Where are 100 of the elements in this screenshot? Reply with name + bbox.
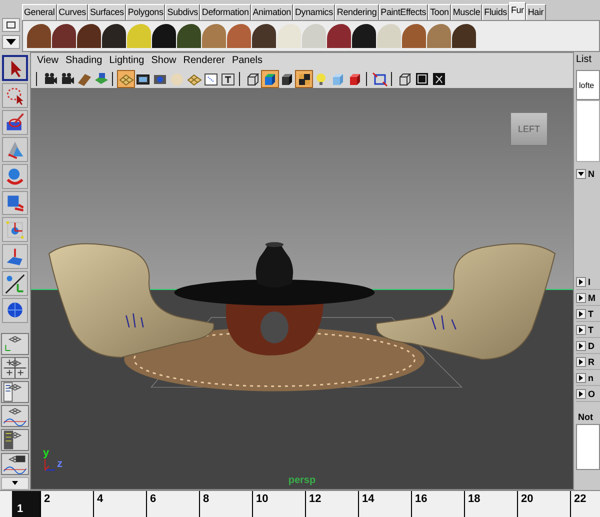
manipulator-icon	[4, 218, 26, 241]
expand-toggle[interactable]	[576, 324, 586, 334]
toolbar-button[interactable]	[347, 71, 363, 87]
shelf-tab[interactable]: General	[22, 4, 57, 20]
shelf-tab[interactable]: Polygons	[126, 4, 166, 20]
fur-swatch-icon[interactable]	[277, 24, 301, 48]
shelf-tab[interactable]: Fur	[508, 2, 526, 20]
frame-ruler[interactable]: 1 2 4 6 8 10 12 14 16 18 20 22	[0, 490, 600, 517]
layout-button[interactable]	[1, 404, 29, 427]
fur-swatch-icon[interactable]	[302, 24, 326, 48]
view-menu-item[interactable]: View	[37, 55, 58, 68]
shelf-tab[interactable]: PaintEffects	[378, 4, 428, 20]
tool-button[interactable]	[2, 298, 28, 323]
attribute-label: O	[588, 388, 596, 398]
layout-button[interactable]	[1, 332, 29, 355]
sphere-axis-icon	[4, 272, 26, 295]
fur-swatch-icon[interactable]	[227, 24, 251, 48]
shelf-menu-button[interactable]	[2, 35, 20, 49]
view-menu-item[interactable]: Show	[151, 55, 176, 68]
frame-label: 4	[97, 494, 104, 505]
toolbar-button[interactable]	[397, 71, 413, 87]
view-menu-item[interactable]: Renderer	[183, 55, 225, 68]
node-name-field[interactable]: lofte	[576, 70, 600, 100]
layout-button[interactable]	[1, 452, 29, 475]
shelf-tab[interactable]: Fluids	[482, 4, 509, 20]
expand-toggle[interactable]	[576, 308, 586, 318]
layout-button[interactable]	[1, 428, 29, 451]
frame-label: 6	[150, 494, 156, 505]
toolbar-button[interactable]	[414, 71, 430, 87]
expand-toggle[interactable]	[576, 356, 586, 366]
tool-button[interactable]	[2, 55, 28, 81]
toolbar-button[interactable]	[245, 71, 261, 87]
caret-icon	[578, 342, 584, 348]
expand-toggle[interactable]	[576, 388, 586, 398]
toolbar-button[interactable]	[279, 71, 295, 87]
text-icon	[220, 71, 236, 87]
shelf-tab[interactable]: Hair	[526, 4, 546, 20]
expand-toggle[interactable]	[576, 292, 586, 302]
expand-toggle[interactable]	[576, 340, 586, 350]
fur-swatch-icon[interactable]	[152, 24, 176, 48]
camera-icon	[59, 71, 75, 87]
fur-swatch-icon[interactable]	[402, 24, 426, 48]
paint-brush-icon	[4, 111, 26, 134]
fur-swatch-icon[interactable]	[327, 24, 351, 48]
fur-swatch-icon[interactable]	[202, 24, 226, 48]
view-menu-item[interactable]: Panels	[232, 55, 263, 68]
shelf-tab[interactable]: Toon	[428, 4, 451, 20]
layout-button[interactable]	[1, 380, 29, 403]
fur-swatch-icon[interactable]	[452, 24, 476, 48]
caret-icon	[578, 326, 584, 332]
expand-toggle[interactable]	[576, 276, 586, 286]
view-menu-item[interactable]: Lighting	[109, 55, 144, 68]
fur-swatch-icon[interactable]	[127, 24, 151, 48]
attribute-label: R	[588, 356, 594, 366]
toolbar-button[interactable]	[220, 71, 236, 87]
caret-icon	[578, 171, 584, 177]
safe-area-icon	[203, 71, 219, 87]
tool-button[interactable]	[2, 110, 28, 135]
shelf-tab[interactable]: Dynamics	[292, 4, 335, 20]
shelf-tab[interactable]: Animation	[250, 4, 293, 20]
toolbar-button[interactable]	[59, 71, 75, 87]
fur-swatch-icon[interactable]	[77, 24, 101, 48]
more-button[interactable]	[1, 476, 29, 490]
shelf-tab[interactable]: Muscle	[450, 4, 482, 20]
expand-toggle[interactable]	[576, 169, 586, 179]
section-label: N	[588, 169, 594, 179]
fur-swatch-icon[interactable]	[427, 24, 451, 48]
fur-swatch-icon[interactable]	[377, 24, 401, 48]
shelf-tab[interactable]: Subdivs	[165, 4, 200, 20]
notes-field[interactable]	[576, 424, 600, 470]
caret-icon	[578, 278, 584, 284]
tool-button[interactable]	[2, 83, 28, 108]
tool-button[interactable]	[2, 271, 28, 296]
expand-toggle[interactable]	[576, 372, 586, 382]
frame-label: 16	[415, 494, 428, 505]
fur-swatch-icon[interactable]	[52, 24, 76, 48]
mixed-layout-icon	[2, 452, 28, 475]
toolbar-button[interactable]	[431, 71, 447, 87]
list-menu[interactable]: List	[574, 52, 600, 68]
current-frame[interactable]: 1	[12, 491, 40, 517]
toolbar-button[interactable]	[296, 71, 312, 87]
caret-icon	[578, 358, 584, 364]
layout-button[interactable]	[1, 356, 29, 379]
shelf-tab[interactable]: Surfaces	[88, 4, 126, 20]
fur-swatch-icon[interactable]	[252, 24, 276, 48]
fur-swatch-icon[interactable]	[177, 24, 201, 48]
shelf-tab[interactable]: Deformation	[200, 4, 251, 20]
fur-swatch-icon[interactable]	[352, 24, 376, 48]
shelf-options-button[interactable]	[2, 18, 20, 32]
view-menu-item[interactable]: Shading	[66, 55, 102, 68]
wireframe-cube-icon	[397, 71, 413, 87]
shelf-icon	[6, 21, 16, 29]
fur-swatch-icon[interactable]	[102, 24, 126, 48]
shelf-tab[interactable]: Rendering	[334, 4, 379, 20]
toolbar-button[interactable]	[203, 71, 219, 87]
shelf-tab[interactable]: Curves	[56, 4, 88, 20]
isolate-select-icon	[372, 71, 388, 87]
toolbar-button[interactable]	[42, 71, 58, 87]
viewport[interactable]: LEFT y z persp	[31, 88, 573, 489]
fur-swatch-icon[interactable]	[27, 24, 51, 48]
